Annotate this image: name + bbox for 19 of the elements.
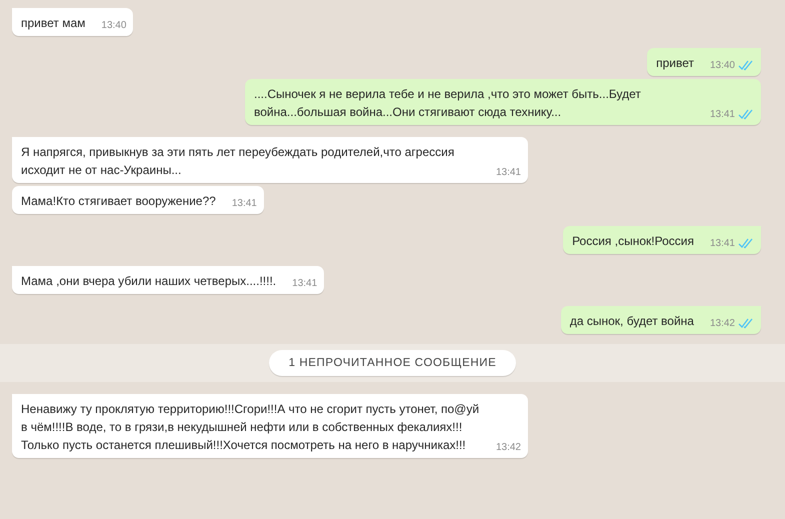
unread-count-label: 1 НЕПРОЧИТАННОЕ СООБЩЕНИЕ — [268, 350, 516, 376]
message-text: Мама!Кто стягивает вооружение?? — [21, 193, 216, 210]
message-text: да сынок, будет война — [570, 313, 694, 330]
message-time: 13:40 — [101, 19, 126, 32]
message-time: 13:41 — [710, 108, 735, 121]
message-text: ....Сыночек я не верила тебе и не верила ,что это может быть...Будет война...большая война...Они стягивают сюда технику... — [254, 86, 642, 121]
message-time: 13:41 — [232, 197, 257, 210]
message-time: 13:40 — [710, 59, 735, 72]
message-text: Россия ,сынок!Россия — [572, 233, 694, 250]
message-time: 13:42 — [496, 441, 521, 454]
message-time: 13:42 — [710, 317, 735, 330]
message-time: 13:41 — [710, 237, 735, 250]
message-text: привет — [656, 55, 694, 72]
message-time: 13:41 — [496, 166, 521, 179]
message-text: Я напрягся, привыкнув за эти пять лет переубеждать родителей,что агрессия исходит не от нас-Украины... — [21, 144, 456, 179]
message-text: Мама ,они вчера убили наших четверых....!!!!. — [21, 273, 276, 290]
message-time: 13:41 — [292, 277, 318, 290]
message-text: привет мам — [21, 15, 86, 32]
message-text: Ненавижу ту проклятую территорию!!!Сгори!!!А что не сгорит пусть утонет, по@уй в чём!!!!В воде, то в грязи,в некудышней нефти или в собственных фекалиях!!!Только пусть останется плешивый!!!Хочется посмотреть на него в наручниках!!! — [21, 401, 480, 454]
